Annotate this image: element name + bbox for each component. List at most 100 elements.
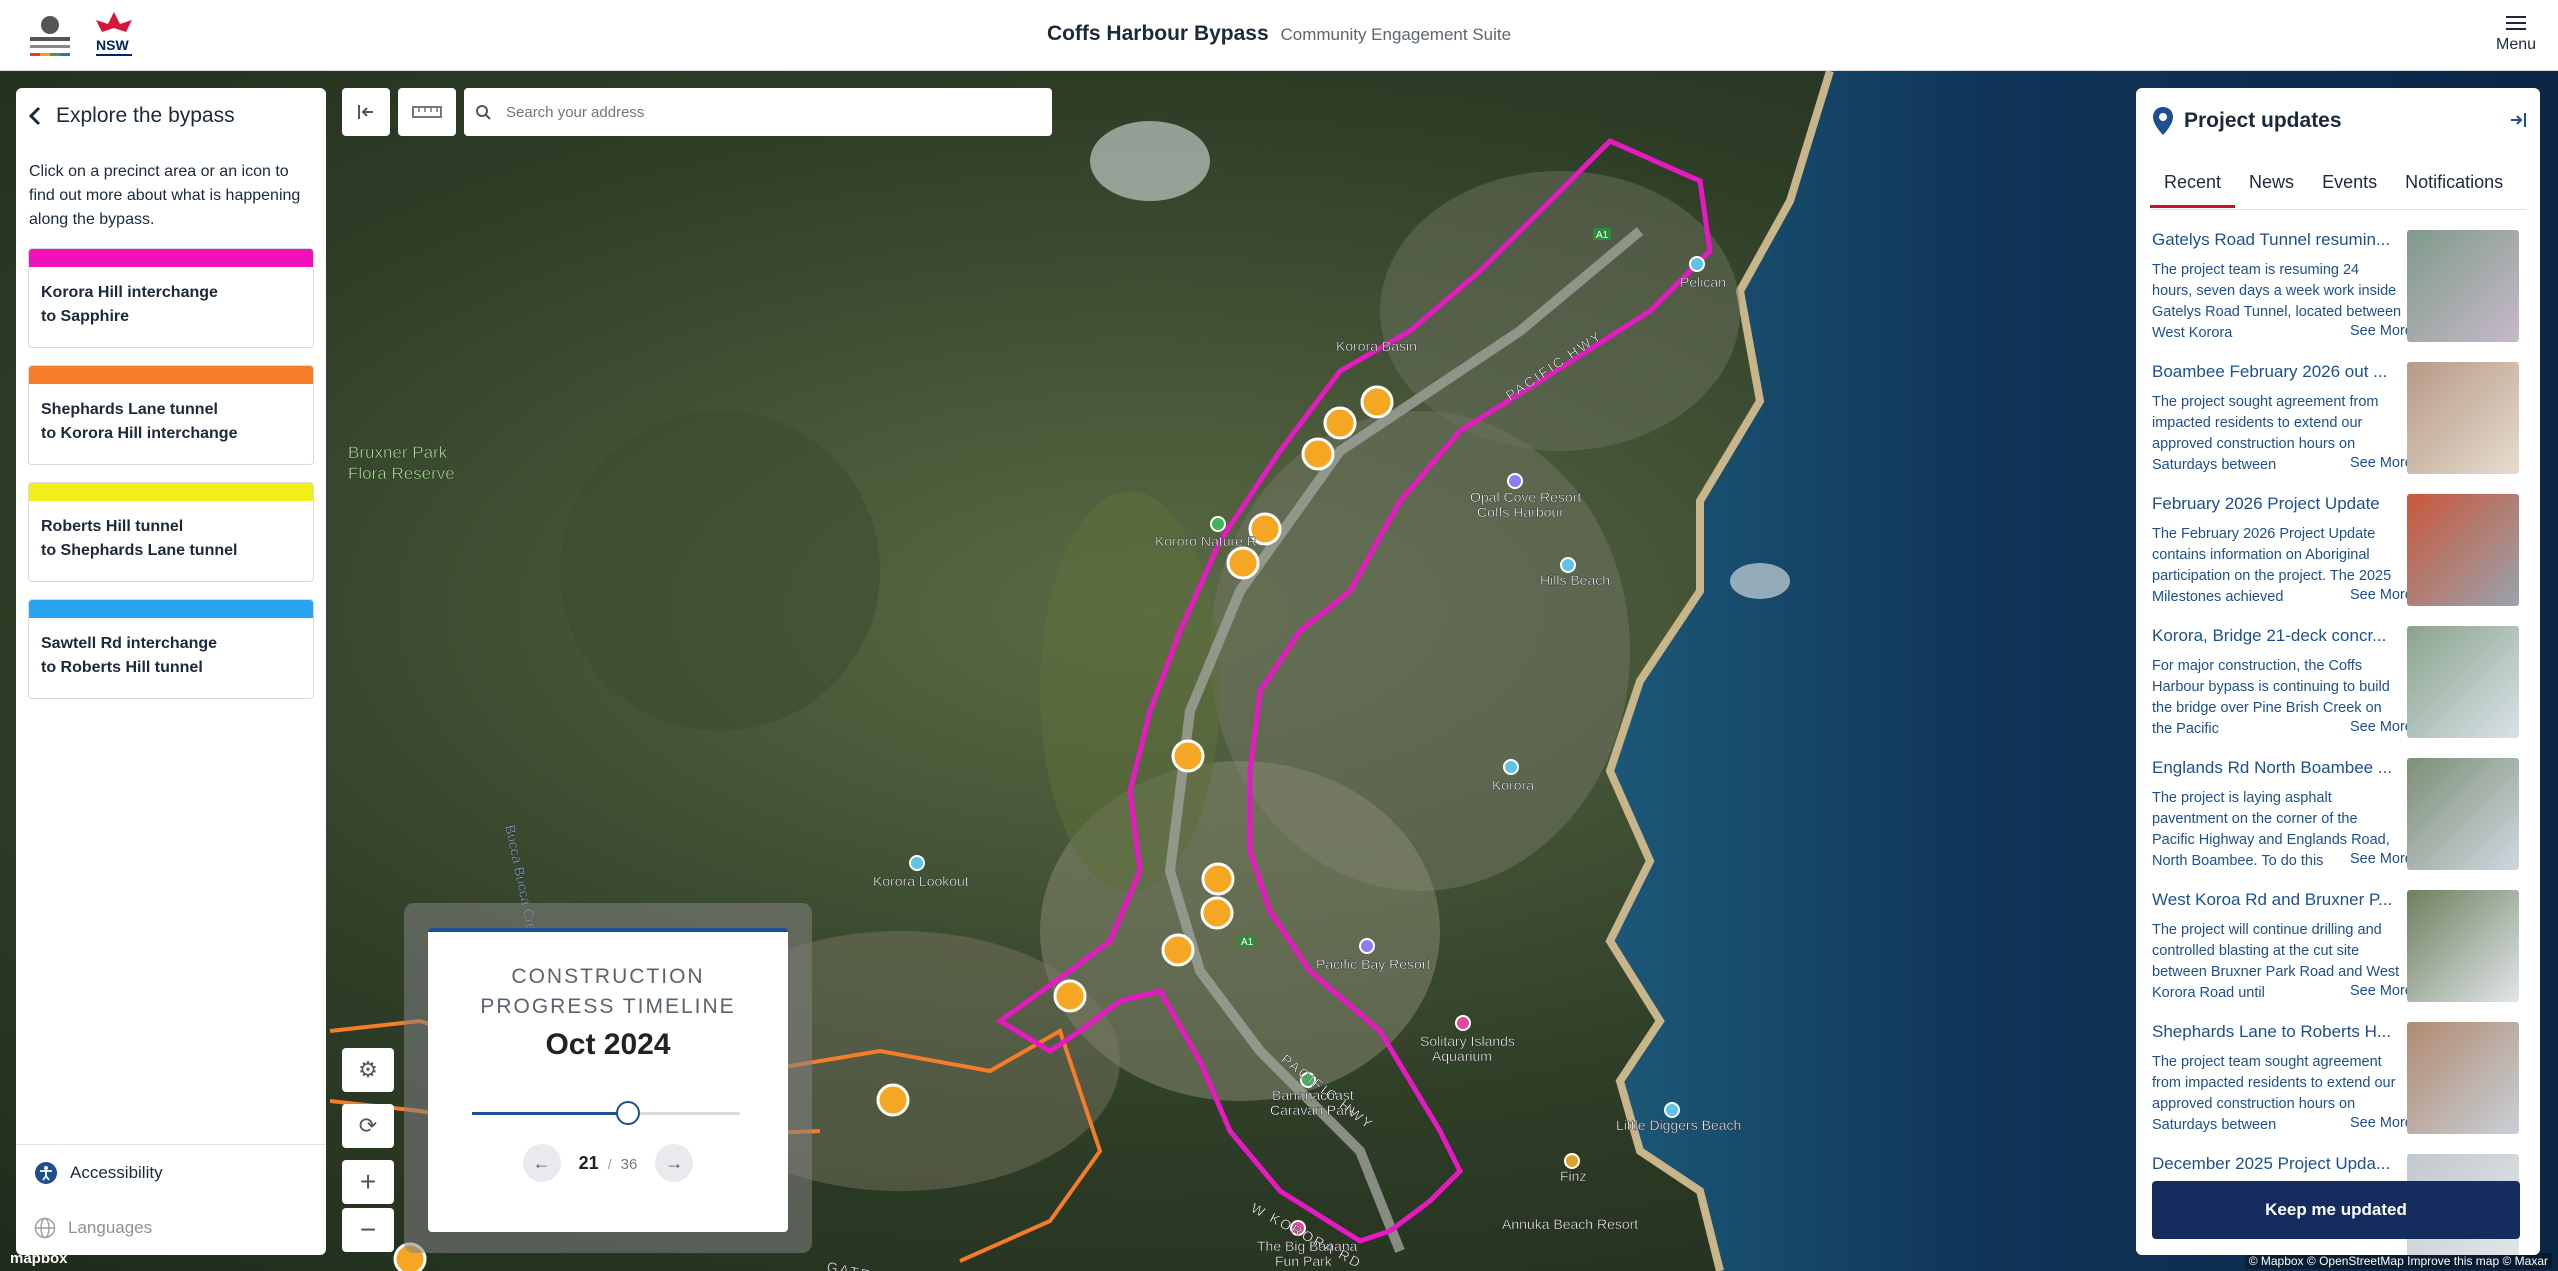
see-more-link[interactable]: See More	[2342, 587, 2413, 603]
news-item[interactable]: Boambee February 2026 out ... The project…	[2152, 362, 2526, 482]
news-thumbnail[interactable]	[2407, 230, 2519, 342]
settings-button[interactable]: ⚙	[342, 1048, 394, 1092]
search-input[interactable]	[504, 102, 1028, 122]
menu-button[interactable]: Menu	[2494, 12, 2538, 54]
svg-text:Fun Park: Fun Park	[1275, 1253, 1333, 1269]
hamburger-icon	[2506, 16, 2526, 30]
zoom-out-button[interactable]: −	[342, 1208, 394, 1252]
collapse-left-icon	[358, 105, 373, 119]
map-label-bruxner: Bruxner Park	[348, 443, 448, 462]
precinct-line2: to Sapphire	[41, 308, 130, 325]
map-label-hills-beach: Hills Beach	[1540, 572, 1610, 588]
accessibility-label: Accessibility	[70, 1163, 163, 1182]
languages-link[interactable]: Languages	[34, 1217, 152, 1239]
news-title[interactable]: Boambee February 2026 out ...	[2152, 362, 2392, 382]
see-more-link[interactable]: See More	[2342, 323, 2413, 339]
precinct-color-bar	[29, 366, 313, 384]
timeline-slider-handle[interactable]	[616, 1101, 641, 1125]
news-thumbnail[interactable]	[2407, 890, 2519, 1002]
tab-news[interactable]: News	[2235, 172, 2308, 208]
map-label-pelican: Pelican	[1680, 274, 1726, 290]
map-label-pacific-bay: Pacific Bay Resort	[1316, 956, 1430, 972]
precinct-line1: Roberts Hill tunnel	[41, 518, 184, 535]
news-thumbnail[interactable]	[2407, 626, 2519, 738]
title-main: Coffs Harbour Bypass	[1046, 22, 1269, 45]
precinct-card-roberts-hill[interactable]: Roberts Hill tunnel to Shephards Lane tun…	[28, 482, 314, 582]
news-title[interactable]: Korora, Bridge 21-deck concr...	[2152, 626, 2392, 646]
collapse-right-button[interactable]	[2508, 110, 2528, 135]
updates-tabs: Recent News Events Notifications	[2150, 172, 2517, 208]
precinct-line2: to Shephards Lane tunnel	[41, 542, 238, 559]
address-search[interactable]	[464, 88, 1052, 136]
news-title[interactable]: West Koroa Rd and Bruxner P...	[2152, 890, 2392, 910]
precinct-color-bar	[29, 600, 313, 618]
news-title[interactable]: December 2025 Project Upda...	[2152, 1154, 2392, 1174]
plus-icon: +	[359, 1166, 377, 1197]
tab-events[interactable]: Events	[2308, 172, 2391, 208]
search-icon	[476, 105, 491, 120]
news-item[interactable]: Englands Rd North Boambee ... The project…	[2152, 758, 2526, 878]
news-item[interactable]: Gatelys Road Tunnel resumin... The projec…	[2152, 230, 2526, 350]
explore-panel: Explore the bypass Click on a precinct a…	[16, 88, 326, 1255]
timeline-prev-button[interactable]: ←	[522, 1144, 561, 1182]
tab-recent[interactable]: Recent	[2150, 172, 2236, 208]
news-item[interactable]: Shephards Lane to Roberts H... The projec…	[2152, 1022, 2526, 1142]
precinct-card-korora-hill[interactable]: Korora Hill interchange to Sapphire	[28, 248, 314, 348]
construction-timeline: CONSTRUCTION PROGRESS TIMELINE Oct 2024 …	[428, 928, 788, 1232]
map-label-little-diggers: Little Diggers Beach	[1616, 1117, 1741, 1133]
menu-label: Menu	[2495, 36, 2537, 53]
tab-notifications[interactable]: Notifications	[2391, 172, 2517, 208]
news-title[interactable]: Englands Rd North Boambee ...	[2152, 758, 2392, 778]
map-label-korora: Korora	[1492, 777, 1534, 793]
timeline-slider[interactable]	[472, 1101, 740, 1125]
news-title[interactable]: Gatelys Road Tunnel resumin...	[2152, 230, 2392, 250]
map-attribution[interactable]: © Mapbox © OpenStreetMap Improve this ma…	[2244, 1253, 2552, 1269]
updates-title: Project updates	[2184, 109, 2342, 132]
timeline-date: Oct 2024	[545, 1028, 671, 1061]
map-label-korora-basin: Korora Basin	[1336, 338, 1417, 354]
explore-footer: Accessibility Languages	[16, 1144, 326, 1255]
collapse-panel-button[interactable]	[342, 88, 390, 136]
see-more-link[interactable]: See More	[2342, 719, 2413, 735]
news-item[interactable]: West Koroa Rd and Bruxner P... The projec…	[2152, 890, 2526, 1010]
see-more-link[interactable]: See More	[2342, 455, 2413, 471]
news-thumbnail[interactable]	[2407, 362, 2519, 474]
map-label-solitary: Solitary Islands	[1420, 1033, 1515, 1049]
project-updates-panel: Project updates Recent News Events Notif…	[2136, 88, 2540, 1255]
accessibility-icon	[35, 1162, 57, 1184]
see-more-link[interactable]: See More	[2342, 983, 2413, 999]
accessibility-link[interactable]: Accessibility	[34, 1161, 163, 1185]
news-title[interactable]: February 2026 Project Update	[2152, 494, 2392, 514]
precinct-line2: to Roberts Hill tunnel	[41, 659, 203, 676]
zoom-in-button[interactable]: +	[342, 1160, 394, 1204]
timeline-slider-fill	[472, 1112, 629, 1115]
timeline-next-button[interactable]: →	[655, 1144, 694, 1182]
precinct-card-shephards-lane[interactable]: Shephards Lane tunnel to Korora Hill inte…	[28, 365, 314, 465]
map-label-opal-cove: Opal Cove Resort	[1470, 489, 1581, 505]
news-item[interactable]: Korora, Bridge 21-deck concr... For major…	[2152, 626, 2526, 746]
see-more-link[interactable]: See More	[2342, 1115, 2413, 1131]
explore-intro: Click on a precinct area or an icon to f…	[29, 163, 301, 228]
measure-button[interactable]	[398, 88, 456, 136]
reset-view-button[interactable]: ⟳	[342, 1104, 394, 1148]
news-thumbnail[interactable]	[2407, 1022, 2519, 1134]
minus-icon: −	[359, 1214, 377, 1245]
chevron-left-icon[interactable]	[28, 105, 42, 127]
languages-label: Languages	[68, 1218, 153, 1237]
explore-header: Explore the bypass	[28, 104, 235, 128]
precinct-card-sawtell-rd[interactable]: Sawtell Rd interchange to Roberts Hill tu…	[28, 599, 314, 699]
refresh-icon: ⟳	[358, 1113, 378, 1138]
collapse-right-icon	[2511, 113, 2526, 127]
a1-shield: A1	[1596, 230, 1609, 241]
news-thumbnail[interactable]	[2407, 494, 2519, 606]
timeline-title: CONSTRUCTION PROGRESS TIMELINE	[480, 965, 736, 1018]
tab-divider	[2150, 209, 2526, 210]
news-item[interactable]: February 2026 Project Update The February…	[2152, 494, 2526, 614]
top-header: NSW Coffs Harbour Bypass Community Engag…	[0, 0, 2558, 71]
explore-title: Explore the bypass	[56, 104, 235, 127]
see-more-link[interactable]: See More	[2342, 851, 2413, 867]
news-title[interactable]: Shephards Lane to Roberts H...	[2152, 1022, 2392, 1042]
arrow-left-icon: ←	[532, 1152, 551, 1173]
news-thumbnail[interactable]	[2407, 758, 2519, 870]
keep-me-updated-button[interactable]: Keep me updated	[2152, 1181, 2520, 1239]
